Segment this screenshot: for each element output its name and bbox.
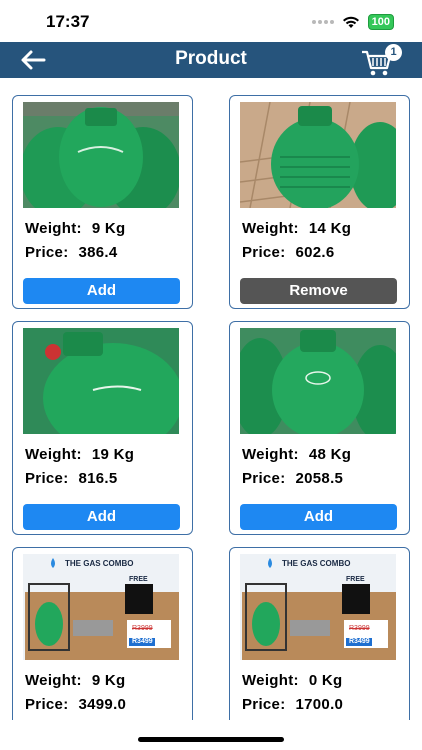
- price-row: Price: 3499.0: [25, 696, 127, 713]
- weight-value: 0 Kg: [308, 672, 343, 689]
- weight-row: Weight: 9 Kg: [25, 672, 126, 689]
- home-indicator[interactable]: [138, 737, 284, 742]
- cart-button[interactable]: 1: [360, 44, 402, 78]
- promo-free: FREE: [129, 576, 148, 583]
- weight-value: 14 Kg: [308, 220, 352, 237]
- price-value: 816.5: [78, 470, 118, 487]
- product-card: THE GAS COMBO FREE R3999 R3499 Weight: 0 …: [229, 547, 410, 729]
- cellular-signal-icon: [311, 20, 334, 24]
- weight-row: Weight: 14 Kg: [242, 220, 352, 237]
- bottom-safe-area: [0, 720, 422, 750]
- promo-free: FREE: [346, 576, 365, 583]
- price-value: 3499.0: [78, 696, 127, 713]
- price-value: 1700.0: [295, 696, 344, 713]
- promo-old-price: R3999: [349, 625, 370, 632]
- product-card: Weight: 14 Kg Price: 602.6 Remove: [229, 95, 410, 309]
- wifi-icon: [342, 16, 359, 28]
- price-row: Price: 386.4: [25, 244, 118, 261]
- battery-icon: 100: [367, 14, 394, 30]
- weight-row: Weight: 48 Kg: [242, 446, 352, 463]
- promo-graphic: [25, 558, 179, 660]
- gas-cylinder-image: [23, 328, 179, 434]
- status-icons: 100: [311, 14, 394, 30]
- weight-value: 19 Kg: [91, 446, 135, 463]
- price-value: 2058.5: [295, 470, 344, 487]
- weight-value: 48 Kg: [308, 446, 352, 463]
- price-value: 602.6: [295, 244, 335, 261]
- cart-count-badge: 1: [385, 44, 402, 61]
- weight-row: Weight: 9 Kg: [25, 220, 126, 237]
- status-time: 17:37: [46, 12, 90, 31]
- promo-new-price: R3499: [132, 638, 153, 645]
- price-row: Price: 816.5: [25, 470, 118, 487]
- weight-row: Weight: 0 Kg: [242, 672, 343, 689]
- promo-title: THE GAS COMBO: [282, 559, 351, 568]
- add-button[interactable]: Add: [240, 504, 397, 530]
- product-card: Weight: 48 Kg Price: 2058.5 Add: [229, 321, 410, 535]
- price-row: Price: 602.6: [242, 244, 335, 261]
- remove-button[interactable]: Remove: [240, 278, 397, 304]
- promo-graphic: [242, 558, 396, 660]
- price-row: Price: 1700.0: [242, 696, 344, 713]
- promo-title: THE GAS COMBO: [65, 559, 134, 568]
- gas-combo-promo-image: THE GAS COMBO FREE R3999 R3499: [23, 554, 179, 660]
- product-card: THE GAS COMBO FREE R3999 R3499 Weight: 9 …: [12, 547, 193, 729]
- page-title: Product: [175, 48, 247, 69]
- promo-old-price: R3999: [132, 625, 153, 632]
- add-button[interactable]: Add: [23, 278, 180, 304]
- gas-cylinder-image: [23, 102, 179, 208]
- status-bar: 17:37 100: [0, 0, 422, 42]
- add-button[interactable]: Add: [23, 504, 180, 530]
- weight-value: 9 Kg: [91, 220, 126, 237]
- product-card: Weight: 19 Kg Price: 816.5 Add: [12, 321, 193, 535]
- gas-combo-promo-image: THE GAS COMBO FREE R3999 R3499: [240, 554, 396, 660]
- app-header: Product 1: [0, 42, 422, 78]
- product-card: Weight: 9 Kg Price: 386.4 Add: [12, 95, 193, 309]
- promo-new-price: R3499: [349, 638, 370, 645]
- gas-cylinder-image: [240, 328, 396, 434]
- price-value: 386.4: [78, 244, 118, 261]
- price-row: Price: 2058.5: [242, 470, 344, 487]
- gas-cylinder-image: [240, 102, 396, 208]
- weight-value: 9 Kg: [91, 672, 126, 689]
- weight-row: Weight: 19 Kg: [25, 446, 135, 463]
